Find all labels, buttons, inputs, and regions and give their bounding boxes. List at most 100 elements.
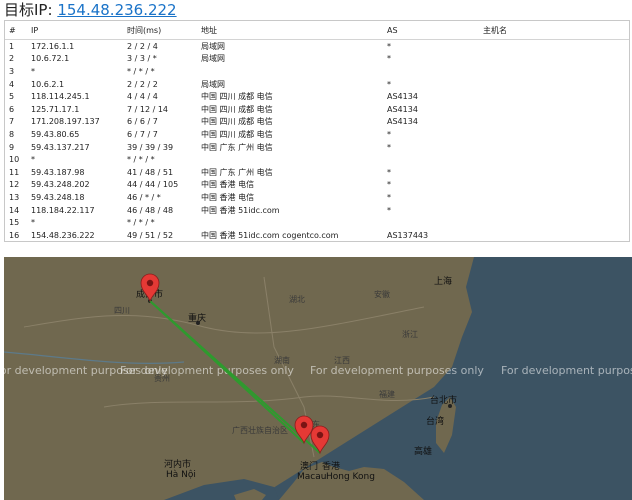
cell-time: 39 / 39 / 39 [127,142,174,152]
watermark-2: For development purposes only [120,364,294,377]
cell-ip: 59.43.248.18 [31,192,85,202]
city-taipei: 台北市 [430,394,457,406]
cell-address: 中国 广东 广州 电信 [201,167,273,177]
table-row[interactable]: 3 * * / * / * [5,65,629,78]
table-row[interactable]: 4 10.6.2.1 2 / 2 / 2 局域网 * [5,78,629,91]
cell-hostname [479,90,629,103]
route-map[interactable]: For development purposes only For develo… [4,257,632,500]
city-kaohsiung: 高雄 [414,445,432,457]
cell-hop: 5 [9,92,15,102]
column-header-address[interactable]: 地址 [197,21,383,40]
column-header-hop[interactable]: # [5,21,27,40]
table-row[interactable]: 2 10.6.72.1 3 / 3 / * 局域网 * [5,53,629,66]
province-guizhou: 贵州 [154,373,170,383]
cell-ip: 10.6.2.1 [31,79,65,89]
cell-as: * [387,167,391,177]
map-canvas: For development purposes only For develo… [4,257,632,500]
city-hanoi: Hà Nội [166,469,196,480]
province-jiangxi: 江西 [334,356,350,365]
table-row[interactable]: 5 118.114.245.1 4 / 4 / 4 中国 四川 成都 电信 AS4134 [5,90,629,103]
province-hubei: 湖北 [289,295,305,304]
cell-time: 3 / 3 / * [127,54,157,64]
city-hongkong-cn: 香港 [322,460,340,472]
target-ip-header: 目标IP: 154.48.236.222 [4,0,177,20]
cell-address: 局域网 [201,41,225,51]
cell-hop: 15 [9,218,20,228]
city-macau: Macau [297,472,326,482]
cell-time: 46 / 48 / 48 [127,205,174,215]
cell-hostname [479,216,629,229]
table-row[interactable]: 7 171.208.197.137 6 / 6 / 7 中国 四川 成都 电信 AS41… [5,116,629,129]
cell-hop: 10 [9,155,20,165]
cell-address [197,65,383,78]
cell-address: 中国 香港 电信 [201,192,255,202]
cell-ip: * [31,66,35,76]
cell-time: 41 / 48 / 51 [127,167,174,177]
cell-hostname [479,166,629,179]
cell-address [197,216,383,229]
cell-ip: 125.71.17.1 [31,104,80,114]
table-row[interactable]: 8 59.43.80.65 6 / 7 / 7 中国 四川 成都 电信 * [5,128,629,141]
cell-time: 6 / 7 / 7 [127,129,158,139]
table-row[interactable]: 12 59.43.248.202 44 / 44 / 105 中国 香港 电信 * [5,179,629,192]
cell-ip: 10.6.72.1 [31,54,70,64]
cell-ip: 118.184.22.117 [31,205,95,215]
table-header-row: # IP 时间(ms) 地址 AS 主机名 [5,21,629,40]
cell-time: * / * / * [127,155,155,165]
cell-as: * [387,192,391,202]
cell-hostname [479,204,629,217]
cell-ip: * [31,218,35,228]
target-ip-label: 目标IP: [4,1,53,19]
cell-hop: 7 [9,117,15,127]
column-header-time[interactable]: 时间(ms) [123,21,197,40]
cell-hop: 16 [9,230,20,240]
cell-ip: 59.43.248.202 [31,180,90,190]
table-row[interactable]: 14 118.184.22.117 46 / 48 / 48 中国 香港 51idc.… [5,204,629,217]
table-row[interactable]: 13 59.43.248.18 46 / * / * 中国 香港 电信 * [5,191,629,204]
table-row[interactable]: 1 172.16.1.1 2 / 2 / 4 局域网 * [5,40,629,53]
province-zhejiang: 浙江 [402,329,418,339]
cell-address: 中国 四川 成都 电信 [201,92,273,102]
cell-hostname [479,78,629,91]
cell-as: * [387,79,391,89]
table-row[interactable]: 16 154.48.236.222 49 / 51 / 52 中国 香港 51idc.… [5,229,629,242]
table-row[interactable]: 11 59.43.187.98 41 / 48 / 51 中国 广东 广州 电信 * [5,166,629,179]
cell-ip: 59.43.187.98 [31,167,85,177]
cell-hop: 9 [9,142,15,152]
province-fujian: 福建 [379,389,395,399]
city-hanoi-cn: 河内市 [164,458,191,470]
city-macau-cn: 澳门 [300,460,318,472]
cell-hop: 4 [9,79,15,89]
cell-hop: 8 [9,129,15,139]
cell-as: AS137443 [387,230,429,240]
cell-hop: 13 [9,192,20,202]
column-header-hostname[interactable]: 主机名 [479,21,629,40]
cell-time: 49 / 51 / 52 [127,230,174,240]
cell-address: 中国 香港 51idc.com [201,205,280,215]
cell-hop: 1 [9,41,15,51]
cell-time: 7 / 12 / 14 [127,104,169,114]
cell-hostname [479,153,629,166]
cell-hostname [479,65,629,78]
column-header-as[interactable]: AS [383,21,479,40]
cell-as: * [387,41,391,51]
city-taiwan: 台湾 [426,415,444,427]
cell-address: 中国 四川 成都 电信 [201,104,273,114]
table-row[interactable]: 10 * * / * / * [5,153,629,166]
cell-hostname [479,141,629,154]
column-header-ip[interactable]: IP [27,21,123,40]
province-guangxi: 广西壮族自治区 [232,425,288,435]
cell-as [383,65,479,78]
cell-hostname [479,40,629,53]
cell-time: * / * / * [127,66,155,76]
target-ip-link[interactable]: 154.48.236.222 [57,1,176,19]
table-row[interactable]: 9 59.43.137.217 39 / 39 / 39 中国 广东 广州 电信 * [5,141,629,154]
cell-ip: 59.43.80.65 [31,129,80,139]
table-row[interactable]: 6 125.71.17.1 7 / 12 / 14 中国 四川 成都 电信 AS4134 [5,103,629,116]
cell-hostname [479,128,629,141]
cell-hostname [479,116,629,129]
cell-as [383,153,479,166]
cell-time: 6 / 6 / 7 [127,117,158,127]
cell-hostname [479,53,629,66]
table-row[interactable]: 15 * * / * / * [5,216,629,229]
